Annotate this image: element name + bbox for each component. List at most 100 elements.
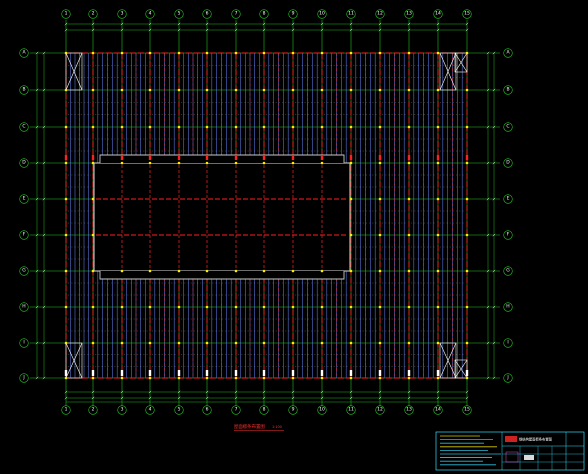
column-node — [407, 88, 411, 92]
column-node — [320, 341, 324, 345]
column-node — [91, 125, 95, 129]
column-node — [291, 51, 295, 55]
bottom-marker — [465, 370, 469, 376]
column-node — [378, 341, 382, 345]
axis-bubble-column-label: 11 — [348, 407, 354, 413]
axis-bubble-column-label: 1 — [65, 11, 68, 17]
axis-bubble-row-label: C — [22, 124, 25, 130]
column-node — [378, 161, 382, 165]
axis-bubble-row-label: D — [22, 160, 26, 166]
column-node — [234, 341, 238, 345]
column-node — [120, 376, 124, 380]
column-node — [407, 376, 411, 380]
column-node — [320, 125, 324, 129]
axis-bubble-column-label: 4 — [149, 11, 152, 17]
column-node — [407, 51, 411, 55]
column-node — [91, 88, 95, 92]
bottom-marker — [291, 370, 295, 376]
column-node — [378, 51, 382, 55]
axis-bubble-column-label: 9 — [292, 407, 295, 413]
column-node — [378, 125, 382, 129]
axis-bubble-column-label: 4 — [149, 407, 152, 413]
column-node — [120, 305, 124, 309]
axis-bubble-column-label: 10 — [319, 11, 325, 17]
axis-bubble-row-label: F — [23, 232, 26, 238]
opening-marker — [91, 155, 95, 160]
column-node — [349, 197, 353, 201]
column-node — [148, 125, 152, 129]
axis-bubble-row-label: G — [22, 268, 26, 274]
column-node — [465, 376, 469, 380]
bottom-marker — [349, 370, 353, 376]
column-node — [91, 197, 95, 201]
cad-drawing-canvas[interactable]: 1122334455667788991010111112121313141415… — [0, 0, 588, 474]
column-node — [205, 161, 209, 165]
bottom-marker — [378, 370, 382, 376]
axis-bubble-column-label: 12 — [377, 11, 383, 17]
column-node — [64, 161, 68, 165]
column-node — [120, 88, 124, 92]
axis-bubble-column-label: 13 — [406, 11, 412, 17]
axis-bubble-column-label: 7 — [235, 11, 238, 17]
approval-stamp — [505, 451, 519, 463]
column-node — [320, 88, 324, 92]
column-node — [148, 305, 152, 309]
column-node — [291, 269, 295, 273]
column-node — [64, 376, 68, 380]
axis-bubble-row-label: E — [23, 196, 26, 202]
axis-bubble-row-label: I — [507, 340, 508, 346]
axis-bubble-column-label: 8 — [263, 11, 266, 17]
signature-mark — [524, 455, 534, 460]
column-node — [205, 125, 209, 129]
roof-opening — [93, 154, 351, 280]
general-notes — [440, 435, 501, 466]
column-node — [465, 269, 469, 273]
column-node — [64, 51, 68, 55]
column-node — [436, 341, 440, 345]
column-node — [436, 269, 440, 273]
axis-bubble-column-label: 10 — [319, 407, 325, 413]
column-node — [91, 269, 95, 273]
axis-bubble-column-label: 15 — [464, 407, 470, 413]
column-node — [291, 125, 295, 129]
column-node — [205, 341, 209, 345]
column-node — [291, 341, 295, 345]
column-node — [234, 88, 238, 92]
column-node — [465, 305, 469, 309]
axis-bubble-column-label: 5 — [178, 407, 181, 413]
column-node — [407, 197, 411, 201]
bottom-marker — [64, 370, 68, 376]
column-node — [349, 376, 353, 380]
column-node — [177, 125, 181, 129]
column-node — [378, 269, 382, 273]
axis-bubble-column-label: 3 — [121, 407, 124, 413]
column-node — [407, 269, 411, 273]
bottom-marker — [436, 370, 440, 376]
opening-marker — [291, 155, 295, 160]
column-node — [120, 341, 124, 345]
axis-bubble-column-label: 6 — [206, 11, 209, 17]
axis-bubble-column-label: 14 — [435, 11, 441, 17]
column-node — [205, 305, 209, 309]
column-node — [407, 233, 411, 237]
axis-bubble-row-label: F — [507, 232, 510, 238]
opening-notch — [100, 155, 344, 163]
column-node — [349, 341, 353, 345]
column-node — [262, 269, 266, 273]
axis-bubble-column-label: 15 — [464, 11, 470, 17]
bottom-marker — [320, 370, 324, 376]
column-node — [262, 305, 266, 309]
column-node — [320, 51, 324, 55]
axis-bubble-row-label: E — [507, 196, 510, 202]
column-node — [234, 125, 238, 129]
bottom-marker — [148, 370, 152, 376]
column-node — [177, 269, 181, 273]
column-node — [177, 51, 181, 55]
axis-bubble-column-label: 14 — [435, 407, 441, 413]
bottom-marker — [262, 370, 266, 376]
axis-bubble-row-label: J — [506, 375, 508, 381]
axis-bubble-column-label: 11 — [348, 11, 354, 17]
column-node — [205, 269, 209, 273]
column-node — [465, 51, 469, 55]
opening-outline — [93, 162, 351, 272]
